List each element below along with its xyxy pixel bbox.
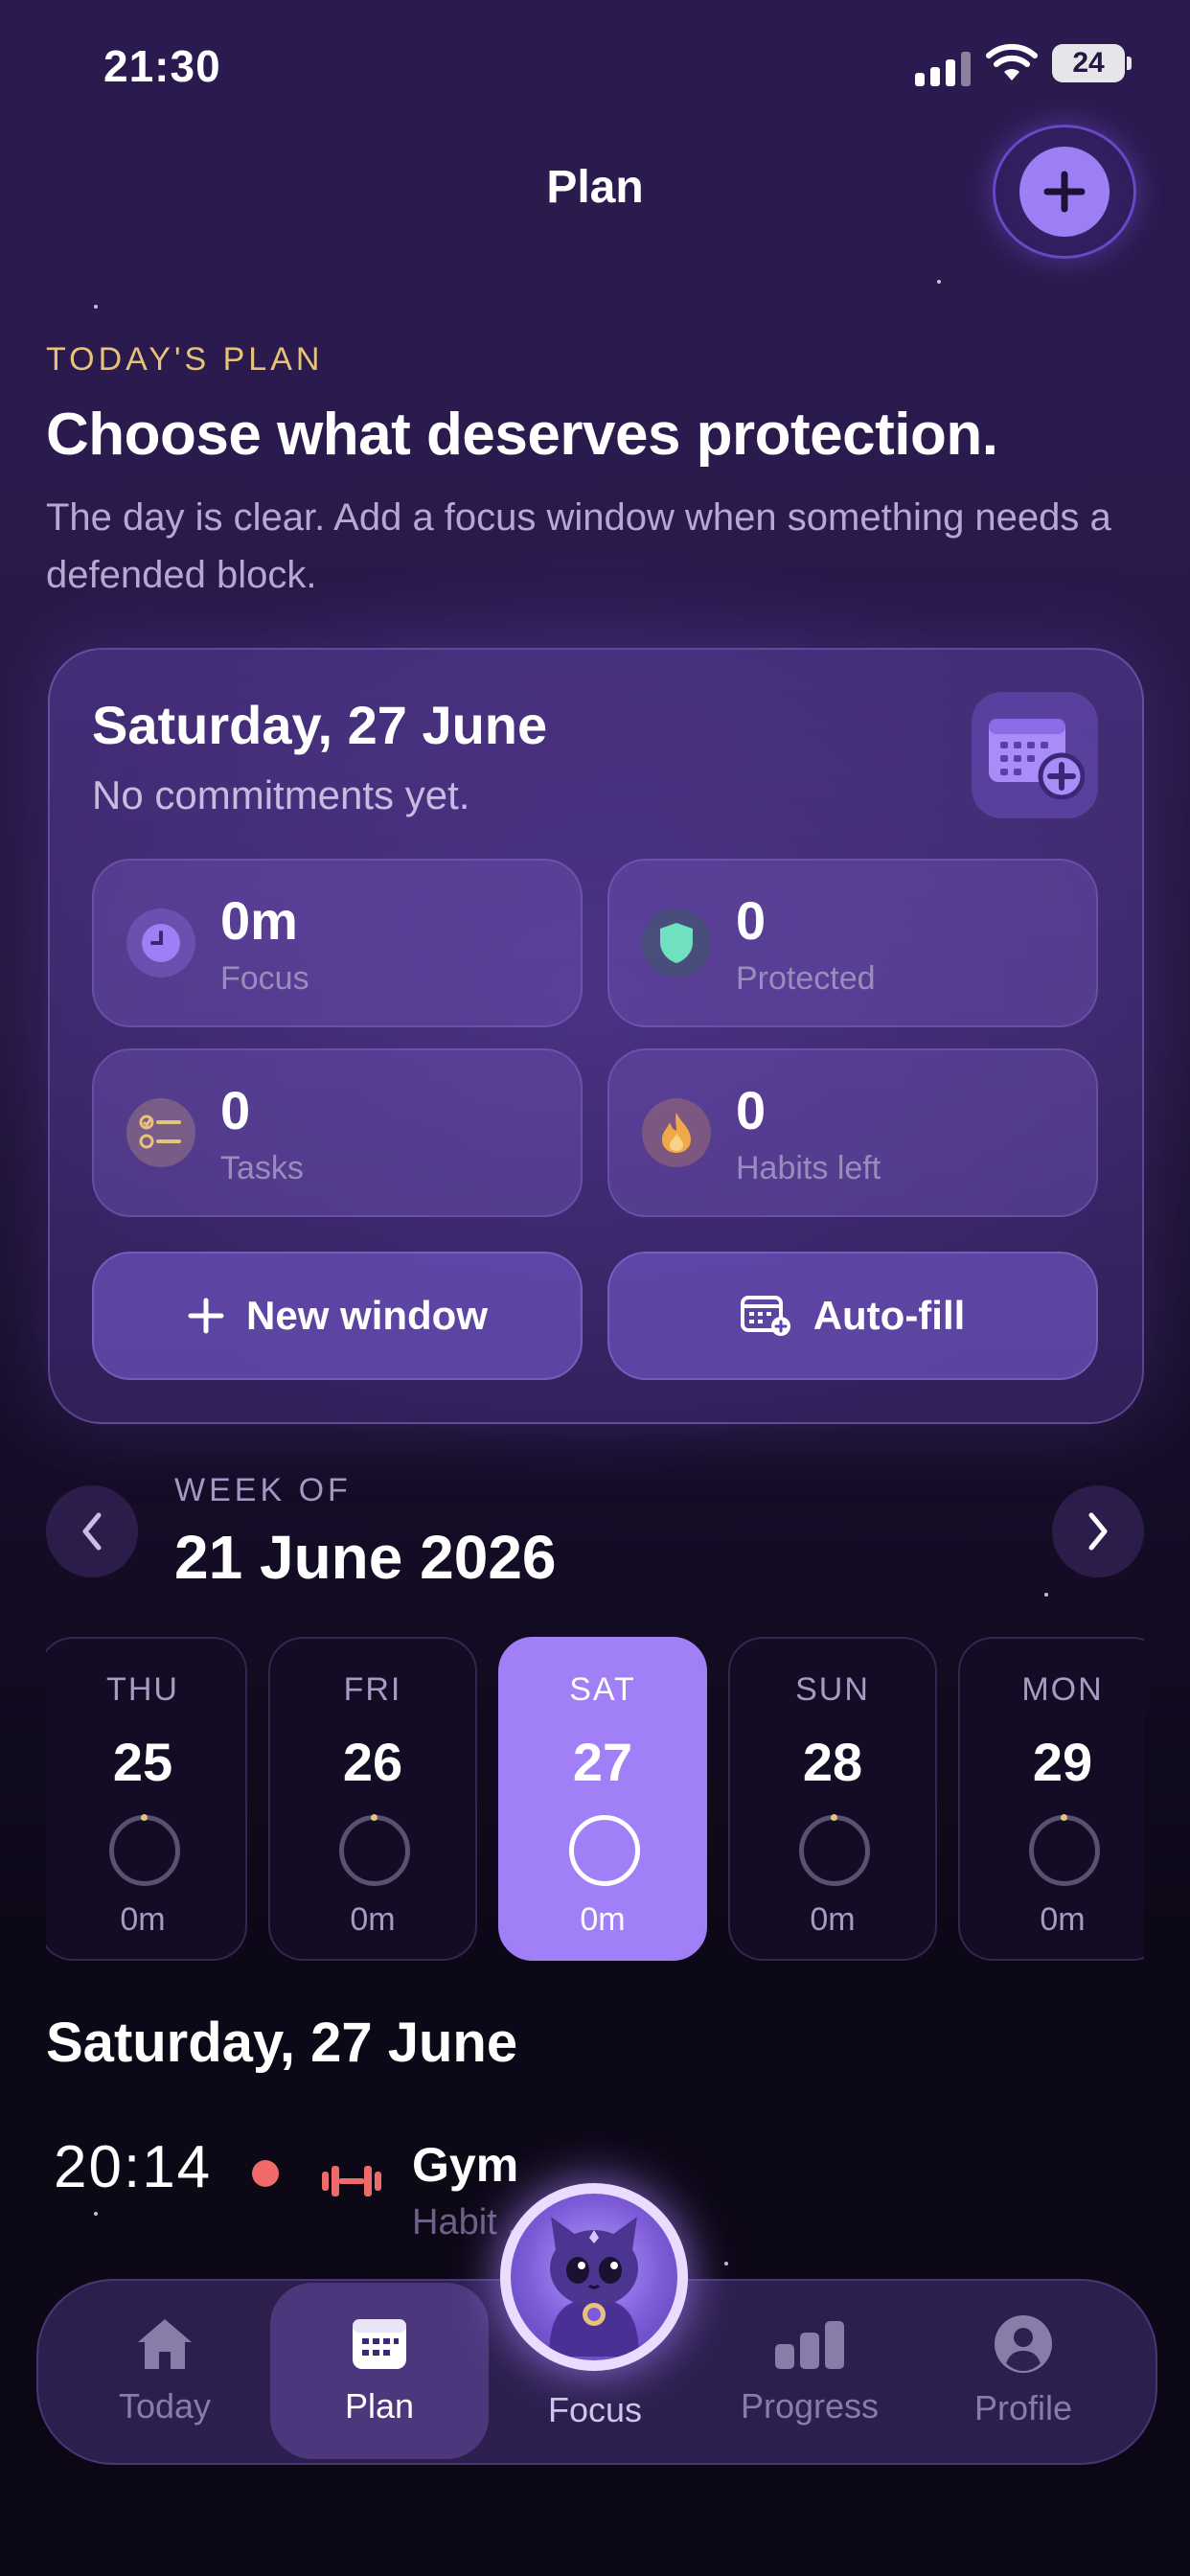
progress-ring-icon <box>569 1815 640 1886</box>
star-decoration <box>724 2262 728 2266</box>
card-date: Saturday, 27 June <box>92 695 548 755</box>
bar-chart-icon <box>775 2321 844 2369</box>
tab-plan[interactable]: Plan <box>270 2283 489 2459</box>
week-eyebrow: WEEK OF <box>174 1472 352 1508</box>
progress-ring-icon <box>109 1814 180 1886</box>
day-number: 26 <box>342 1732 403 1792</box>
week-label: 21 June 2026 <box>174 1523 557 1592</box>
star-decoration <box>937 280 941 284</box>
section-eyebrow: TODAY'S PLAN <box>46 341 324 378</box>
person-icon <box>995 2315 1052 2373</box>
tasks-label: Tasks <box>220 1150 304 1186</box>
tab-label: Progress <box>740 2386 880 2426</box>
auto-fill-button[interactable]: Auto-fill <box>607 1252 1098 1380</box>
add-to-calendar-button[interactable] <box>972 692 1098 818</box>
day-name: FRI <box>343 1671 402 1708</box>
stat-tasks: 0 Tasks <box>92 1048 583 1217</box>
new-window-button[interactable]: New window <box>92 1252 583 1380</box>
tab-today[interactable]: Today <box>59 2283 270 2459</box>
star-decoration <box>1044 1593 1048 1597</box>
habits-left-value: 0 <box>736 1080 767 1140</box>
stat-focus: 0m Focus <box>92 859 583 1027</box>
star-decoration <box>94 305 98 309</box>
cellular-signal-icon <box>915 52 971 86</box>
day-number: 27 <box>572 1732 633 1792</box>
day-name: MON <box>1021 1671 1104 1708</box>
progress-ring-icon <box>1029 1814 1100 1886</box>
event-time: 20:14 <box>54 2134 213 2200</box>
tab-label: Profile <box>973 2388 1073 2427</box>
day-card-sun[interactable]: SUN 28 0m <box>728 1637 937 1961</box>
habits-left-label: Habits left <box>736 1150 881 1186</box>
cat-mascot-icon <box>511 2194 677 2360</box>
day-number: 28 <box>802 1732 863 1792</box>
protected-label: Protected <box>736 960 876 997</box>
tab-profile[interactable]: Profile <box>920 2283 1127 2459</box>
day-number: 25 <box>112 1732 173 1792</box>
tasks-value: 0 <box>220 1080 251 1140</box>
day-number: 29 <box>1032 1732 1093 1792</box>
calendar-icon <box>353 2319 406 2369</box>
auto-fill-label: Auto-fill <box>812 1293 966 1338</box>
star-decoration <box>94 2212 98 2216</box>
day-card-sat-selected[interactable]: SAT 27 0m <box>498 1637 707 1961</box>
day-card-fri[interactable]: FRI 26 0m <box>268 1637 477 1961</box>
day-card-mon[interactable]: MON 29 0m <box>958 1637 1144 1961</box>
headline: Choose what deserves protection. <box>46 402 998 468</box>
day-minutes: 0m <box>350 1901 396 1938</box>
tab-progress[interactable]: Progress <box>709 2283 910 2459</box>
focus-label: Focus <box>220 960 309 997</box>
chevron-right-icon <box>1088 1512 1108 1551</box>
flame-icon <box>642 1098 711 1167</box>
day-minutes: 0m <box>810 1901 856 1938</box>
calendar-add-icon <box>740 1296 790 1336</box>
add-button[interactable] <box>993 125 1136 259</box>
progress-ring-icon <box>799 1814 870 1886</box>
event-title[interactable]: Gym <box>412 2137 518 2193</box>
day-minutes: 0m <box>580 1901 626 1938</box>
clock-icon <box>126 908 195 978</box>
focus-value: 0m <box>220 890 298 951</box>
day-name: SAT <box>569 1671 636 1708</box>
day-minutes: 0m <box>120 1901 166 1938</box>
protected-value: 0 <box>736 890 767 951</box>
day-strip: THU 25 0m FRI 26 0m SAT 27 0m SUN 28 0m … <box>46 1637 1144 1963</box>
agenda-date: Saturday, 27 June <box>46 2012 518 2074</box>
progress-ring-icon <box>339 1814 410 1886</box>
home-icon <box>138 2319 192 2369</box>
plus-icon <box>188 1298 224 1334</box>
stat-habits-left: 0 Habits left <box>607 1048 1098 1217</box>
card-subtitle: No commitments yet. <box>92 772 470 817</box>
intro-subtext: The day is clear. Add a focus window whe… <box>46 496 1111 596</box>
battery-icon: 24 <box>1052 44 1132 82</box>
focus-button[interactable] <box>500 2183 688 2371</box>
plus-icon <box>1019 147 1110 237</box>
new-window-label: New window <box>246 1293 488 1338</box>
wifi-icon <box>986 43 1038 80</box>
day-name: THU <box>106 1671 179 1708</box>
day-name: SUN <box>795 1671 870 1708</box>
dumbbell-icon <box>322 2166 381 2196</box>
shield-icon <box>642 908 711 978</box>
stat-protected: 0 Protected <box>607 859 1098 1027</box>
chevron-left-icon <box>82 1512 102 1551</box>
previous-week-button[interactable] <box>46 1485 138 1577</box>
status-time: 21:30 <box>103 41 221 91</box>
checklist-icon <box>126 1098 195 1167</box>
calendar-add-icon <box>989 719 1085 799</box>
day-minutes: 0m <box>1040 1901 1086 1938</box>
event-status-dot <box>252 2160 279 2187</box>
next-week-button[interactable] <box>1052 1485 1144 1577</box>
day-card-thu[interactable]: THU 25 0m <box>46 1637 247 1961</box>
